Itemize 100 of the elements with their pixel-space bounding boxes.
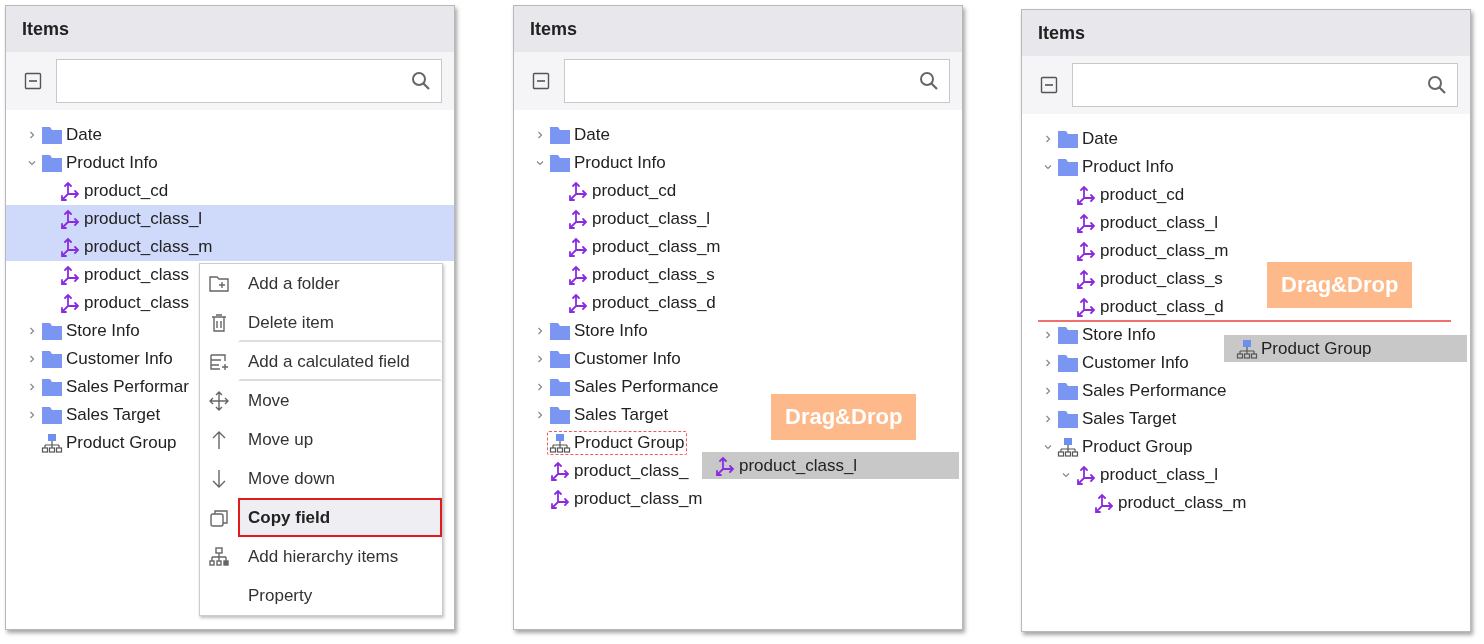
tree-row[interactable]: Sales Performar [6, 373, 195, 401]
tree-row[interactable]: product_class_l [1022, 461, 1225, 489]
collapse-icon[interactable] [532, 72, 550, 90]
item-label: product_class_l [84, 209, 203, 229]
chevron-right-icon[interactable] [1044, 135, 1052, 143]
field-icon [549, 488, 571, 510]
item-label: product_cd [1100, 185, 1185, 205]
chevron-right-icon[interactable] [536, 355, 544, 363]
chevron-right-icon[interactable] [1044, 359, 1052, 367]
tree-row[interactable]: Product Group [6, 429, 183, 457]
field-icon [59, 264, 81, 286]
chevron-right-icon[interactable] [28, 327, 36, 335]
tree-row[interactable]: Store Info [514, 317, 654, 345]
chevron-down-icon[interactable] [28, 159, 36, 167]
menu-item[interactable]: Add a calculated field [238, 342, 442, 381]
tree-row[interactable]: product_class_s [514, 261, 721, 289]
menu-item[interactable]: Move [238, 381, 442, 420]
chevron-right-icon[interactable] [1044, 331, 1052, 339]
menu-item[interactable]: Add hierarchy items [238, 537, 442, 576]
tree-row[interactable]: Product Group [514, 429, 691, 457]
tree-row[interactable]: Customer Info [514, 345, 687, 373]
panel-title: Items [22, 18, 70, 40]
tree-row[interactable]: product_class_m [514, 233, 727, 261]
tree-row[interactable]: Sales Performance [1022, 377, 1233, 405]
tree-row[interactable]: Sales Performance [514, 373, 725, 401]
tree-row[interactable]: product_class_m [1022, 489, 1253, 517]
chevron-right-icon[interactable] [28, 131, 36, 139]
tree-row[interactable]: product_class_s [1022, 265, 1229, 293]
folder-icon [549, 348, 571, 370]
menu-item[interactable]: Add a folder [238, 264, 442, 303]
folder-icon [41, 152, 63, 174]
tree-row[interactable]: Store Info [1022, 321, 1162, 349]
tree-row[interactable]: Sales Target [514, 401, 675, 429]
tree-row[interactable]: product_class [6, 289, 195, 317]
item-label: Product Group [66, 433, 177, 453]
folder-icon [41, 320, 63, 342]
tree-row[interactable]: Product Info [1022, 153, 1180, 181]
item-label: product_class_l [1100, 465, 1219, 485]
chevron-down-icon[interactable] [1062, 471, 1070, 479]
collapse-icon[interactable] [1040, 76, 1058, 94]
tree-row[interactable]: product_class [6, 261, 195, 289]
field-icon [1093, 492, 1115, 514]
tree-row[interactable]: product_class_m [6, 233, 454, 261]
menu-item[interactable]: Move down [238, 459, 442, 498]
folder-icon [41, 124, 63, 146]
tree-row[interactable]: Sales Target [6, 401, 167, 429]
chevron-right-icon[interactable] [536, 131, 544, 139]
tree-row[interactable]: product_class_l [514, 205, 717, 233]
tree-row[interactable]: Date [6, 121, 108, 149]
tree-row[interactable]: Sales Target [1022, 405, 1183, 433]
tree-row[interactable]: product_class_d [1022, 293, 1230, 321]
chevron-right-icon[interactable] [536, 383, 544, 391]
folder-icon [41, 348, 63, 370]
tree-row[interactable]: product_class_m [1022, 237, 1235, 265]
item-label: Product Info [66, 153, 158, 173]
menu-item[interactable]: Copy field [238, 498, 442, 537]
item-label: product_class_m [574, 489, 703, 509]
chevron-right-icon[interactable] [1044, 415, 1052, 423]
tree-row[interactable]: Date [1022, 125, 1124, 153]
item-label: product_class_ [574, 461, 689, 481]
chevron-right-icon[interactable] [28, 355, 36, 363]
tree-row[interactable]: Customer Info [6, 345, 179, 373]
chevron-right-icon[interactable] [28, 411, 36, 419]
menu-item[interactable]: Delete item [238, 303, 442, 342]
tree-row[interactable]: Store Info [6, 317, 146, 345]
tree-row[interactable]: Customer Info [1022, 349, 1195, 377]
tree-row[interactable]: product_class_l [6, 205, 454, 233]
search-field[interactable] [56, 59, 442, 103]
tree-row[interactable]: product_cd [514, 177, 683, 205]
tree-row[interactable]: Product Info [6, 149, 164, 177]
search-field[interactable] [1072, 63, 1458, 107]
chevron-down-icon[interactable] [536, 159, 544, 167]
tree-row[interactable]: Product Info [514, 149, 672, 177]
search-icon[interactable] [919, 71, 939, 91]
tree-row[interactable]: product_class_m [514, 485, 709, 513]
chevron-right-icon[interactable] [1044, 387, 1052, 395]
chevron-right-icon[interactable] [536, 327, 544, 335]
item-label: Product Info [574, 153, 666, 173]
collapse-icon[interactable] [24, 72, 42, 90]
chevron-right-icon[interactable] [536, 411, 544, 419]
tree-row[interactable]: product_cd [6, 177, 175, 205]
tree-row[interactable]: product_class_ [514, 457, 695, 485]
search-icon[interactable] [411, 71, 431, 91]
tree-row[interactable]: product_class_l [1022, 209, 1225, 237]
search-icon[interactable] [1427, 75, 1447, 95]
folder-icon [549, 404, 571, 426]
field-icon [567, 264, 589, 286]
tree-row[interactable]: product_class_d [514, 289, 722, 317]
item-label: Product Info [1082, 157, 1174, 177]
search-field[interactable] [564, 59, 950, 103]
menu-item[interactable]: Move up [238, 420, 442, 459]
item-label: Store Info [574, 321, 648, 341]
tree-row[interactable]: Date [514, 121, 616, 149]
item-label: Sales Target [66, 405, 161, 425]
chevron-right-icon[interactable] [28, 383, 36, 391]
tree-row[interactable]: Product Group [1022, 433, 1199, 461]
menu-item[interactable]: Property [238, 576, 442, 615]
tree-row[interactable]: product_cd [1022, 181, 1191, 209]
chevron-down-icon[interactable] [1044, 443, 1052, 451]
chevron-down-icon[interactable] [1044, 163, 1052, 171]
